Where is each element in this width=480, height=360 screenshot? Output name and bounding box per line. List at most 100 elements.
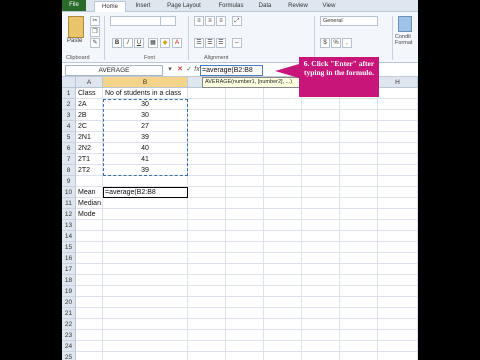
- grid-cell[interactable]: [378, 352, 418, 360]
- grid-cell[interactable]: [76, 308, 103, 319]
- grid-cell[interactable]: [264, 264, 302, 275]
- grid-cell[interactable]: Class: [76, 88, 103, 99]
- grid-cell[interactable]: Mean: [76, 187, 103, 198]
- grid-cell[interactable]: [378, 176, 418, 187]
- underline-icon[interactable]: U: [134, 38, 144, 48]
- row-header[interactable]: 22: [62, 319, 76, 330]
- grid-cell[interactable]: 41: [103, 154, 188, 165]
- grid-cell[interactable]: [76, 352, 103, 360]
- row-header[interactable]: 12: [62, 209, 76, 220]
- grid-cell[interactable]: [226, 253, 264, 264]
- row-header[interactable]: 21: [62, 308, 76, 319]
- grid-cell[interactable]: 2B: [76, 110, 103, 121]
- row-header[interactable]: 16: [62, 253, 76, 264]
- grid-cell[interactable]: [302, 143, 340, 154]
- tab-insert[interactable]: Insert: [130, 1, 156, 11]
- grid-cell[interactable]: [226, 198, 264, 209]
- grid-cell[interactable]: [188, 187, 226, 198]
- grid-cell[interactable]: [302, 154, 340, 165]
- grid-cell[interactable]: [302, 231, 340, 242]
- grid-cell[interactable]: [340, 220, 378, 231]
- conditional-format-icon[interactable]: [398, 16, 412, 32]
- formula-input[interactable]: =average(B2:B8: [200, 65, 263, 76]
- grid-cell[interactable]: [188, 132, 226, 143]
- number-format-dropdown[interactable]: General: [320, 16, 378, 26]
- grid-cell[interactable]: 30: [103, 110, 188, 121]
- align-top-icon[interactable]: ≡: [194, 16, 204, 26]
- column-header-a[interactable]: A: [76, 77, 103, 88]
- grid-cell[interactable]: [188, 165, 226, 176]
- grid-cell[interactable]: Median: [76, 198, 103, 209]
- grid-cell[interactable]: [302, 330, 340, 341]
- grid-cell[interactable]: [226, 231, 264, 242]
- grid-cell[interactable]: [302, 286, 340, 297]
- grid-cell[interactable]: [302, 187, 340, 198]
- grid-cell[interactable]: [264, 209, 302, 220]
- grid-cell[interactable]: [378, 110, 418, 121]
- grid-cell[interactable]: [378, 187, 418, 198]
- grid-cell[interactable]: [226, 319, 264, 330]
- align-left-icon[interactable]: ☰: [194, 38, 204, 48]
- grid-cell[interactable]: [188, 220, 226, 231]
- tab-review[interactable]: Review: [284, 1, 312, 11]
- grid-cell[interactable]: [340, 99, 378, 110]
- grid-cell[interactable]: [264, 319, 302, 330]
- grid-cell[interactable]: [226, 242, 264, 253]
- grid-cell[interactable]: [226, 187, 264, 198]
- grid-cell[interactable]: [188, 264, 226, 275]
- grid-cell[interactable]: [76, 275, 103, 286]
- align-middle-icon[interactable]: ≡: [205, 16, 215, 26]
- grid-cell[interactable]: [378, 275, 418, 286]
- grid-cell[interactable]: [340, 209, 378, 220]
- grid-cell[interactable]: [340, 341, 378, 352]
- grid-cell[interactable]: [340, 253, 378, 264]
- column-header-h[interactable]: H: [378, 77, 418, 88]
- grid-cell[interactable]: [378, 286, 418, 297]
- italic-icon[interactable]: I: [123, 38, 133, 48]
- grid-cell[interactable]: [302, 264, 340, 275]
- tab-data[interactable]: Data: [254, 1, 276, 11]
- grid-cell[interactable]: [340, 231, 378, 242]
- grid-cell[interactable]: [340, 275, 378, 286]
- grid-cell[interactable]: [103, 231, 188, 242]
- grid-cell[interactable]: [76, 341, 103, 352]
- grid-cell[interactable]: [103, 220, 188, 231]
- grid-cell[interactable]: [103, 242, 188, 253]
- grid-cell[interactable]: [302, 99, 340, 110]
- grid-cell[interactable]: [226, 330, 264, 341]
- grid-cell[interactable]: 27: [103, 121, 188, 132]
- row-header[interactable]: 2: [62, 99, 76, 110]
- grid-cell[interactable]: [226, 176, 264, 187]
- row-header[interactable]: 8: [62, 165, 76, 176]
- grid-cell[interactable]: [188, 198, 226, 209]
- grid-cell[interactable]: [76, 220, 103, 231]
- align-right-icon[interactable]: ☰: [216, 38, 226, 48]
- grid-cell[interactable]: [302, 176, 340, 187]
- grid-cell[interactable]: [226, 275, 264, 286]
- dropdown-arrow-icon[interactable]: ▾: [166, 65, 174, 74]
- grid-cell[interactable]: [226, 209, 264, 220]
- grid-cell[interactable]: [302, 198, 340, 209]
- row-header[interactable]: 20: [62, 297, 76, 308]
- row-header[interactable]: 5: [62, 132, 76, 143]
- grid-cell[interactable]: [340, 319, 378, 330]
- grid-cell[interactable]: [103, 330, 188, 341]
- grid-cell[interactable]: [340, 242, 378, 253]
- grid-cell[interactable]: [302, 220, 340, 231]
- grid-cell[interactable]: [340, 154, 378, 165]
- grid-cell[interactable]: 30: [103, 99, 188, 110]
- grid-cell[interactable]: [103, 275, 188, 286]
- grid-cell[interactable]: [264, 231, 302, 242]
- grid-cell[interactable]: [340, 198, 378, 209]
- grid-cell[interactable]: [264, 88, 302, 99]
- grid-cell[interactable]: [264, 242, 302, 253]
- grid-cell[interactable]: =average(B2:B8: [103, 187, 188, 198]
- grid-cell[interactable]: [264, 275, 302, 286]
- grid-cell[interactable]: [188, 330, 226, 341]
- grid-cell[interactable]: [264, 110, 302, 121]
- grid-cell[interactable]: [378, 209, 418, 220]
- grid-cell[interactable]: [188, 110, 226, 121]
- grid-cell[interactable]: [340, 308, 378, 319]
- font-size-dropdown[interactable]: [160, 16, 176, 26]
- grid-cell[interactable]: [378, 88, 418, 99]
